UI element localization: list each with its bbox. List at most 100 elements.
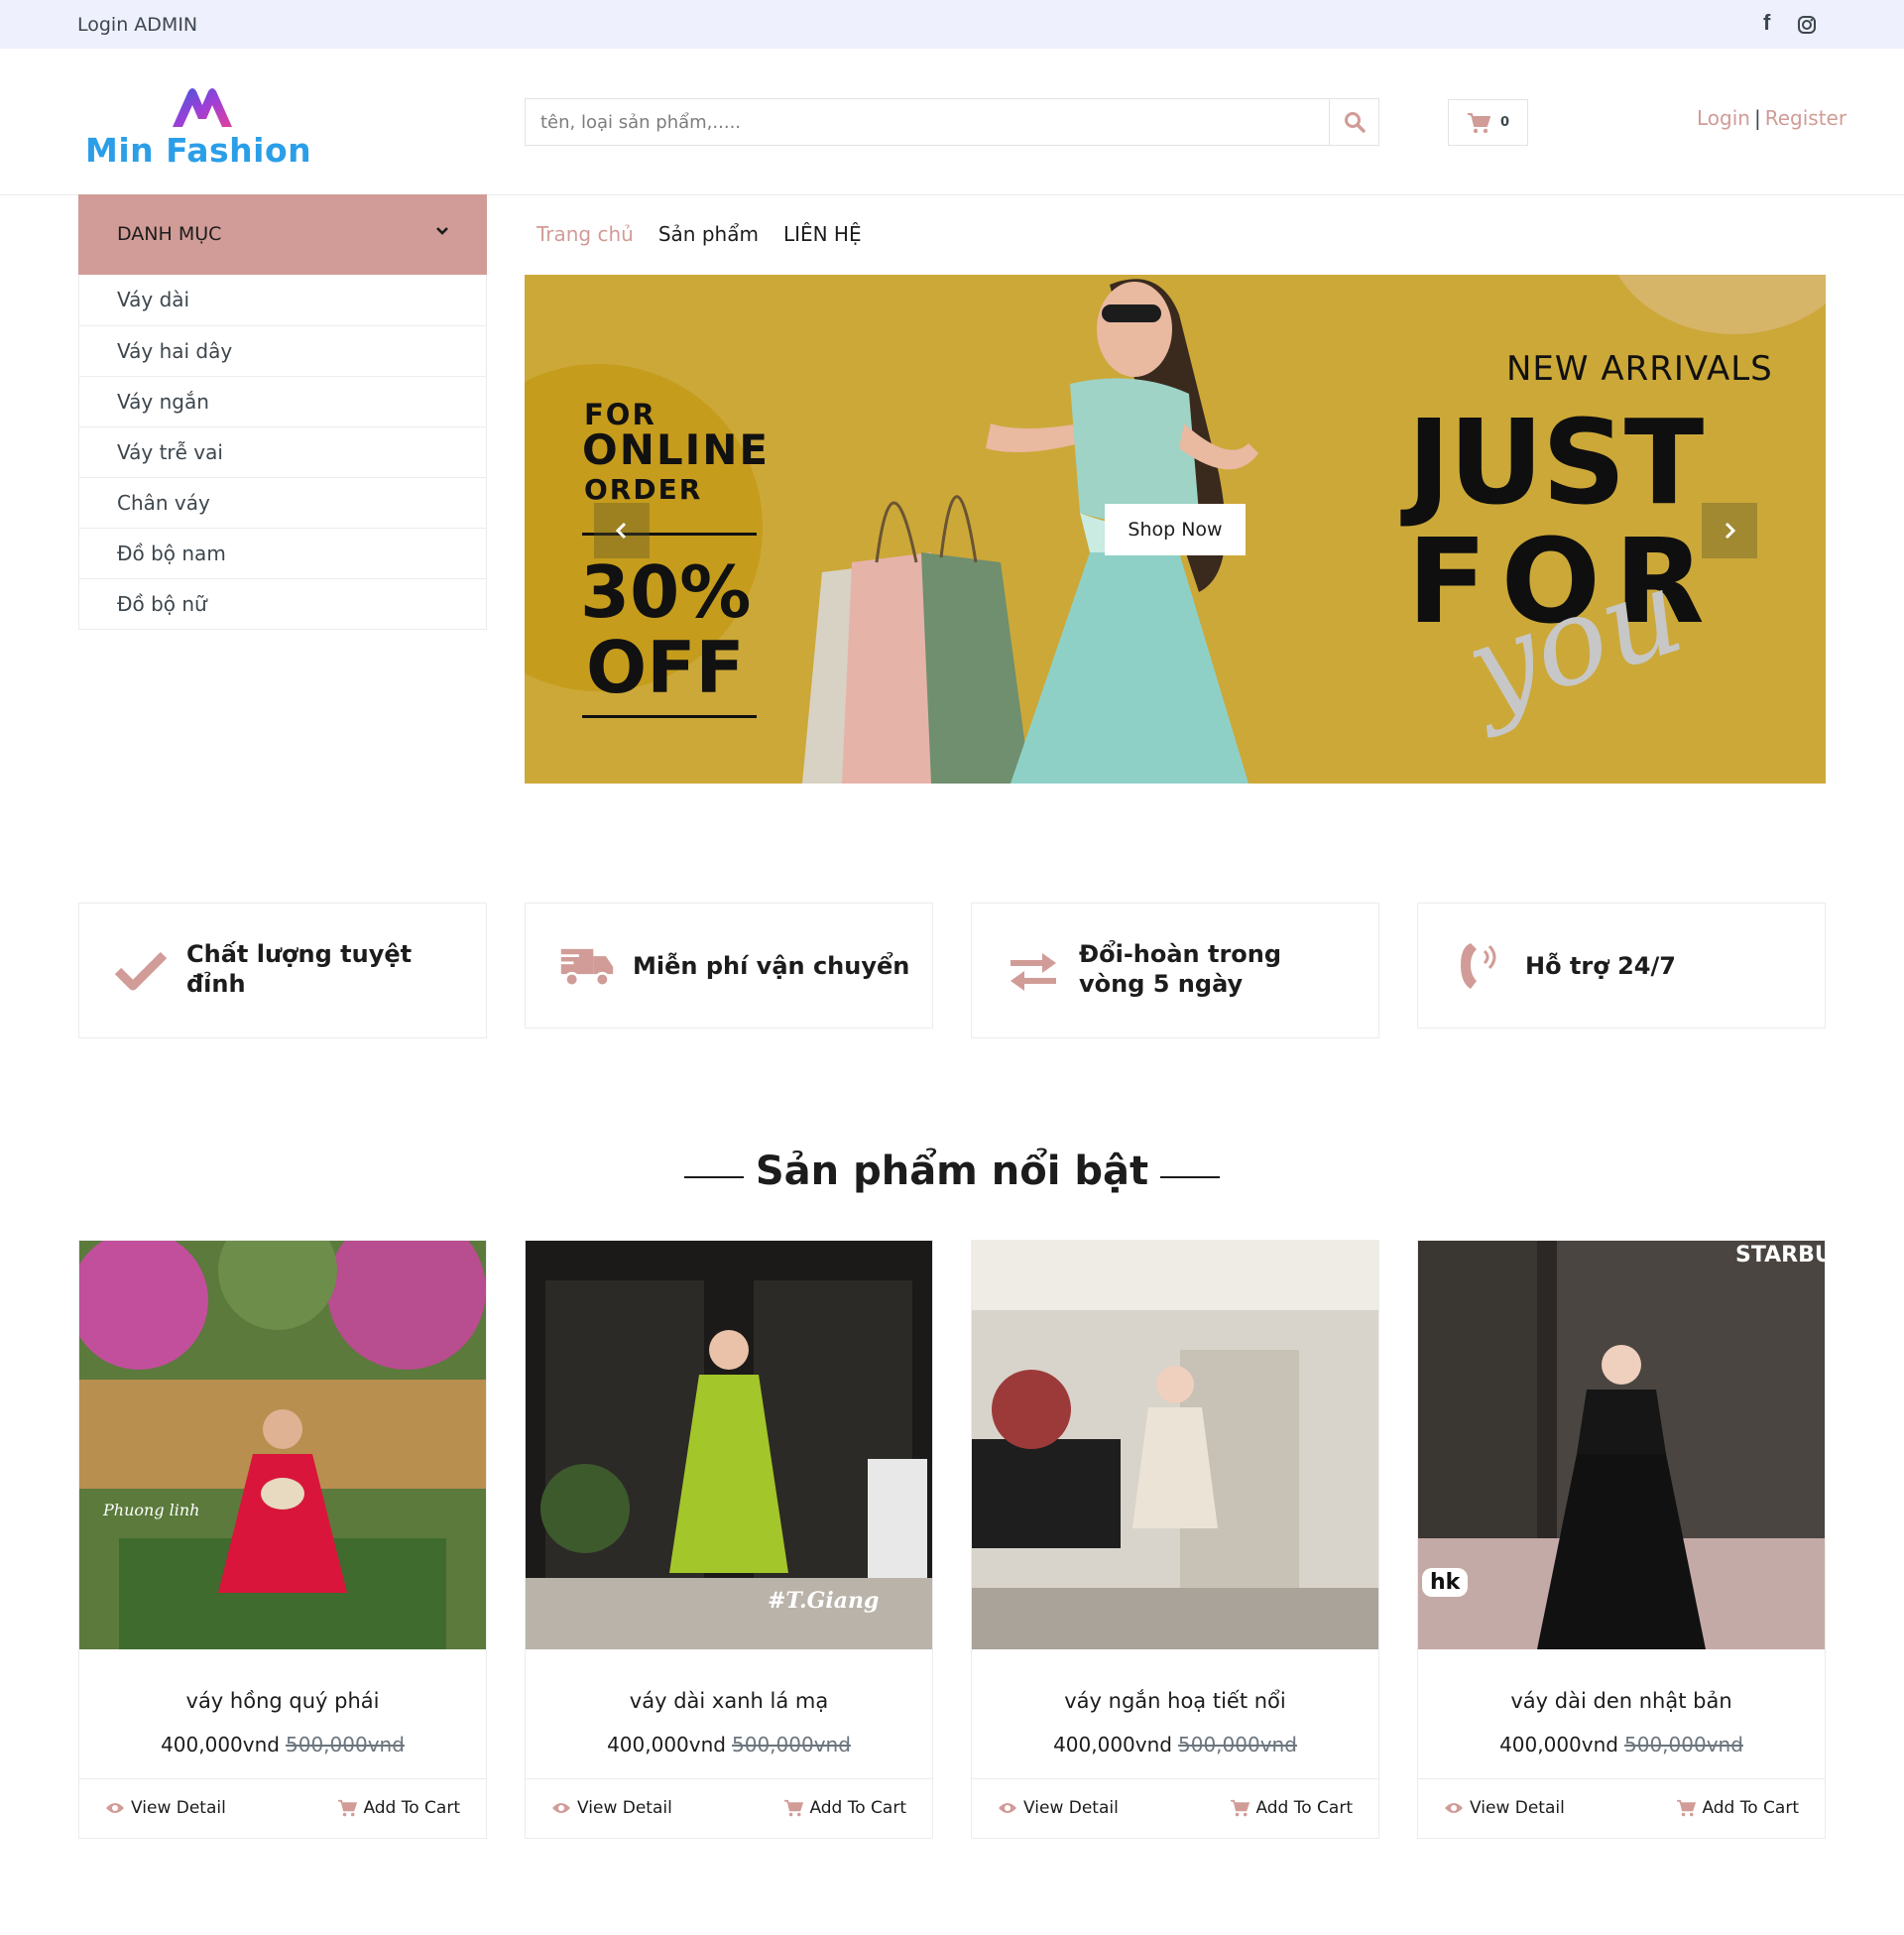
product-actions: View Detail Add To Cart xyxy=(1418,1778,1825,1839)
facebook-icon[interactable]: f xyxy=(1763,10,1770,36)
product-image[interactable]: STARBU hk xyxy=(1418,1241,1825,1649)
carousel-prev-button[interactable] xyxy=(594,503,650,558)
product-old-price: 500,000vnd xyxy=(286,1733,405,1756)
search-bar xyxy=(525,98,1379,146)
auth-links: Login | Register xyxy=(1697,106,1846,130)
promo-order: ORDER xyxy=(584,473,703,506)
feature-text: Hỗ trợ 24/7 xyxy=(1525,951,1676,981)
view-detail-label: View Detail xyxy=(577,1798,672,1818)
product-prices: 400,000vnd 500,000vnd xyxy=(1418,1733,1825,1756)
feature-text: Miễn phí vận chuyển xyxy=(633,951,909,981)
add-to-cart-label: Add To Cart xyxy=(363,1798,460,1818)
view-detail-button[interactable]: View Detail xyxy=(998,1798,1119,1818)
login-admin-link[interactable]: Login ADMIN xyxy=(77,14,197,36)
photo-watermark: Phuong linh xyxy=(103,1501,200,1519)
add-to-cart-label: Add To Cart xyxy=(1255,1798,1353,1818)
nav-home[interactable]: Trang chủ xyxy=(536,222,634,246)
cart-icon xyxy=(338,1799,358,1817)
product-price: 400,000vnd xyxy=(607,1733,726,1756)
product-image[interactable]: Phuong linh xyxy=(79,1241,486,1649)
hero-banner: FOR ONLINE ORDER 30% OFF NEW ARRIVALS JU… xyxy=(525,275,1826,784)
view-detail-button[interactable]: View Detail xyxy=(105,1798,226,1818)
cart-count: 0 xyxy=(1499,115,1510,130)
shop-now-button[interactable]: Shop Now xyxy=(1105,504,1246,555)
nav-contact[interactable]: LIÊN HỆ xyxy=(783,222,862,246)
photo-store-sign: STARBU xyxy=(1735,1243,1825,1268)
product-actions: View Detail Add To Cart xyxy=(972,1778,1378,1839)
category-item-vay-ngan[interactable]: Váy ngắn xyxy=(79,376,486,426)
product-old-price: 500,000vnd xyxy=(1178,1733,1297,1756)
cart-button[interactable]: 0 xyxy=(1448,99,1528,146)
product-card: Phuong linh váy hồng quý phái 400,000vnd… xyxy=(78,1240,487,1839)
photo-watermark: hk xyxy=(1422,1568,1469,1597)
exchange-icon xyxy=(1006,943,1061,999)
product-name[interactable]: váy dài xanh lá mạ xyxy=(526,1689,932,1713)
logo[interactable]: Min Fashion xyxy=(83,85,321,175)
logo-text: Min Fashion xyxy=(85,131,312,170)
category-item-vay-tre-vai[interactable]: Váy trễ vai xyxy=(79,426,486,477)
add-to-cart-button[interactable]: Add To Cart xyxy=(1230,1798,1353,1818)
product-prices: 400,000vnd 500,000vnd xyxy=(79,1733,486,1756)
product-card: #T.Giang váy dài xanh lá mạ 400,000vnd 50… xyxy=(525,1240,933,1839)
view-detail-button[interactable]: View Detail xyxy=(551,1798,672,1818)
add-to-cart-button[interactable]: Add To Cart xyxy=(783,1798,906,1818)
search-button[interactable] xyxy=(1329,99,1378,145)
category-item-do-bo-nu[interactable]: Đồ bộ nữ xyxy=(79,578,486,629)
product-prices: 400,000vnd 500,000vnd xyxy=(526,1733,932,1756)
product-image[interactable]: #T.Giang xyxy=(526,1241,932,1649)
promo-percent: 30% xyxy=(580,550,752,634)
cart-icon xyxy=(1231,1799,1250,1817)
product-card: váy ngắn hoạ tiết nổi 400,000vnd 500,000v… xyxy=(971,1240,1379,1839)
add-to-cart-button[interactable]: Add To Cart xyxy=(1676,1798,1799,1818)
register-link[interactable]: Register xyxy=(1765,106,1846,130)
product-name[interactable]: váy ngắn hoạ tiết nổi xyxy=(972,1689,1378,1713)
featured-section-heading: Sản phẩm nổi bật xyxy=(0,1149,1904,1194)
search-input[interactable] xyxy=(526,99,1331,145)
feature-text-line: Đổi-hoàn trong xyxy=(1079,940,1282,968)
view-detail-button[interactable]: View Detail xyxy=(1444,1798,1565,1818)
auth-separator: | xyxy=(1753,106,1761,130)
product-actions: View Detail Add To Cart xyxy=(79,1778,486,1839)
product-name[interactable]: váy hồng quý phái xyxy=(79,1689,486,1713)
top-bar: Login ADMIN f xyxy=(0,0,1904,49)
photo-watermark: #T.Giang xyxy=(768,1588,880,1614)
feature-text-line: vòng 5 ngày xyxy=(1079,970,1244,998)
promo-divider xyxy=(582,715,757,718)
category-item-vay-hai-day[interactable]: Váy hai dây xyxy=(79,325,486,376)
cart-icon xyxy=(784,1799,804,1817)
feature-text-line: đỉnh xyxy=(186,970,246,998)
chevron-left-icon xyxy=(615,522,627,540)
product-image[interactable] xyxy=(972,1241,1378,1649)
carousel-next-button[interactable] xyxy=(1702,503,1757,558)
category-item-do-bo-nam[interactable]: Đồ bộ nam xyxy=(79,528,486,578)
add-to-cart-label: Add To Cart xyxy=(1702,1798,1799,1818)
headline-just: JUST xyxy=(1407,394,1704,531)
product-card: STARBU hk váy dài den nhật bản 400,000vn… xyxy=(1417,1240,1826,1839)
product-actions: View Detail Add To Cart xyxy=(526,1778,932,1839)
add-to-cart-button[interactable]: Add To Cart xyxy=(337,1798,460,1818)
feature-returns: Đổi-hoàn trong vòng 5 ngày xyxy=(971,903,1379,1038)
view-detail-label: View Detail xyxy=(1023,1798,1119,1818)
feature-text: Đổi-hoàn trong vòng 5 ngày xyxy=(1079,939,1281,999)
category-title: DANH MỤC xyxy=(117,223,222,245)
product-name[interactable]: váy dài den nhật bản xyxy=(1418,1689,1825,1713)
nav-products[interactable]: Sản phẩm xyxy=(658,222,759,246)
model-shopping-image xyxy=(802,279,1258,784)
category-item-chan-vay[interactable]: Chân váy xyxy=(79,477,486,528)
feature-quality: Chất lượng tuyệt đỉnh xyxy=(78,903,487,1038)
product-price: 400,000vnd xyxy=(1499,1733,1618,1756)
feature-free-shipping: Miễn phí vận chuyển xyxy=(525,903,933,1028)
feature-text-line: Chất lượng tuyệt xyxy=(186,940,413,968)
promo-off: OFF xyxy=(586,626,745,709)
category-item-vay-dai[interactable]: Váy dài xyxy=(79,275,486,325)
add-to-cart-label: Add To Cart xyxy=(809,1798,906,1818)
logo-mark-icon xyxy=(173,88,232,127)
promo-online: ONLINE xyxy=(582,425,771,474)
category-dropdown[interactable]: DANH MỤC xyxy=(78,194,487,275)
instagram-icon[interactable] xyxy=(1797,15,1817,35)
product-price: 400,000vnd xyxy=(161,1733,280,1756)
chevron-down-icon xyxy=(436,227,448,235)
feature-text-line: Miễn phí vận chuyển xyxy=(633,952,910,980)
product-old-price: 500,000vnd xyxy=(1624,1733,1743,1756)
login-link[interactable]: Login xyxy=(1697,106,1750,130)
